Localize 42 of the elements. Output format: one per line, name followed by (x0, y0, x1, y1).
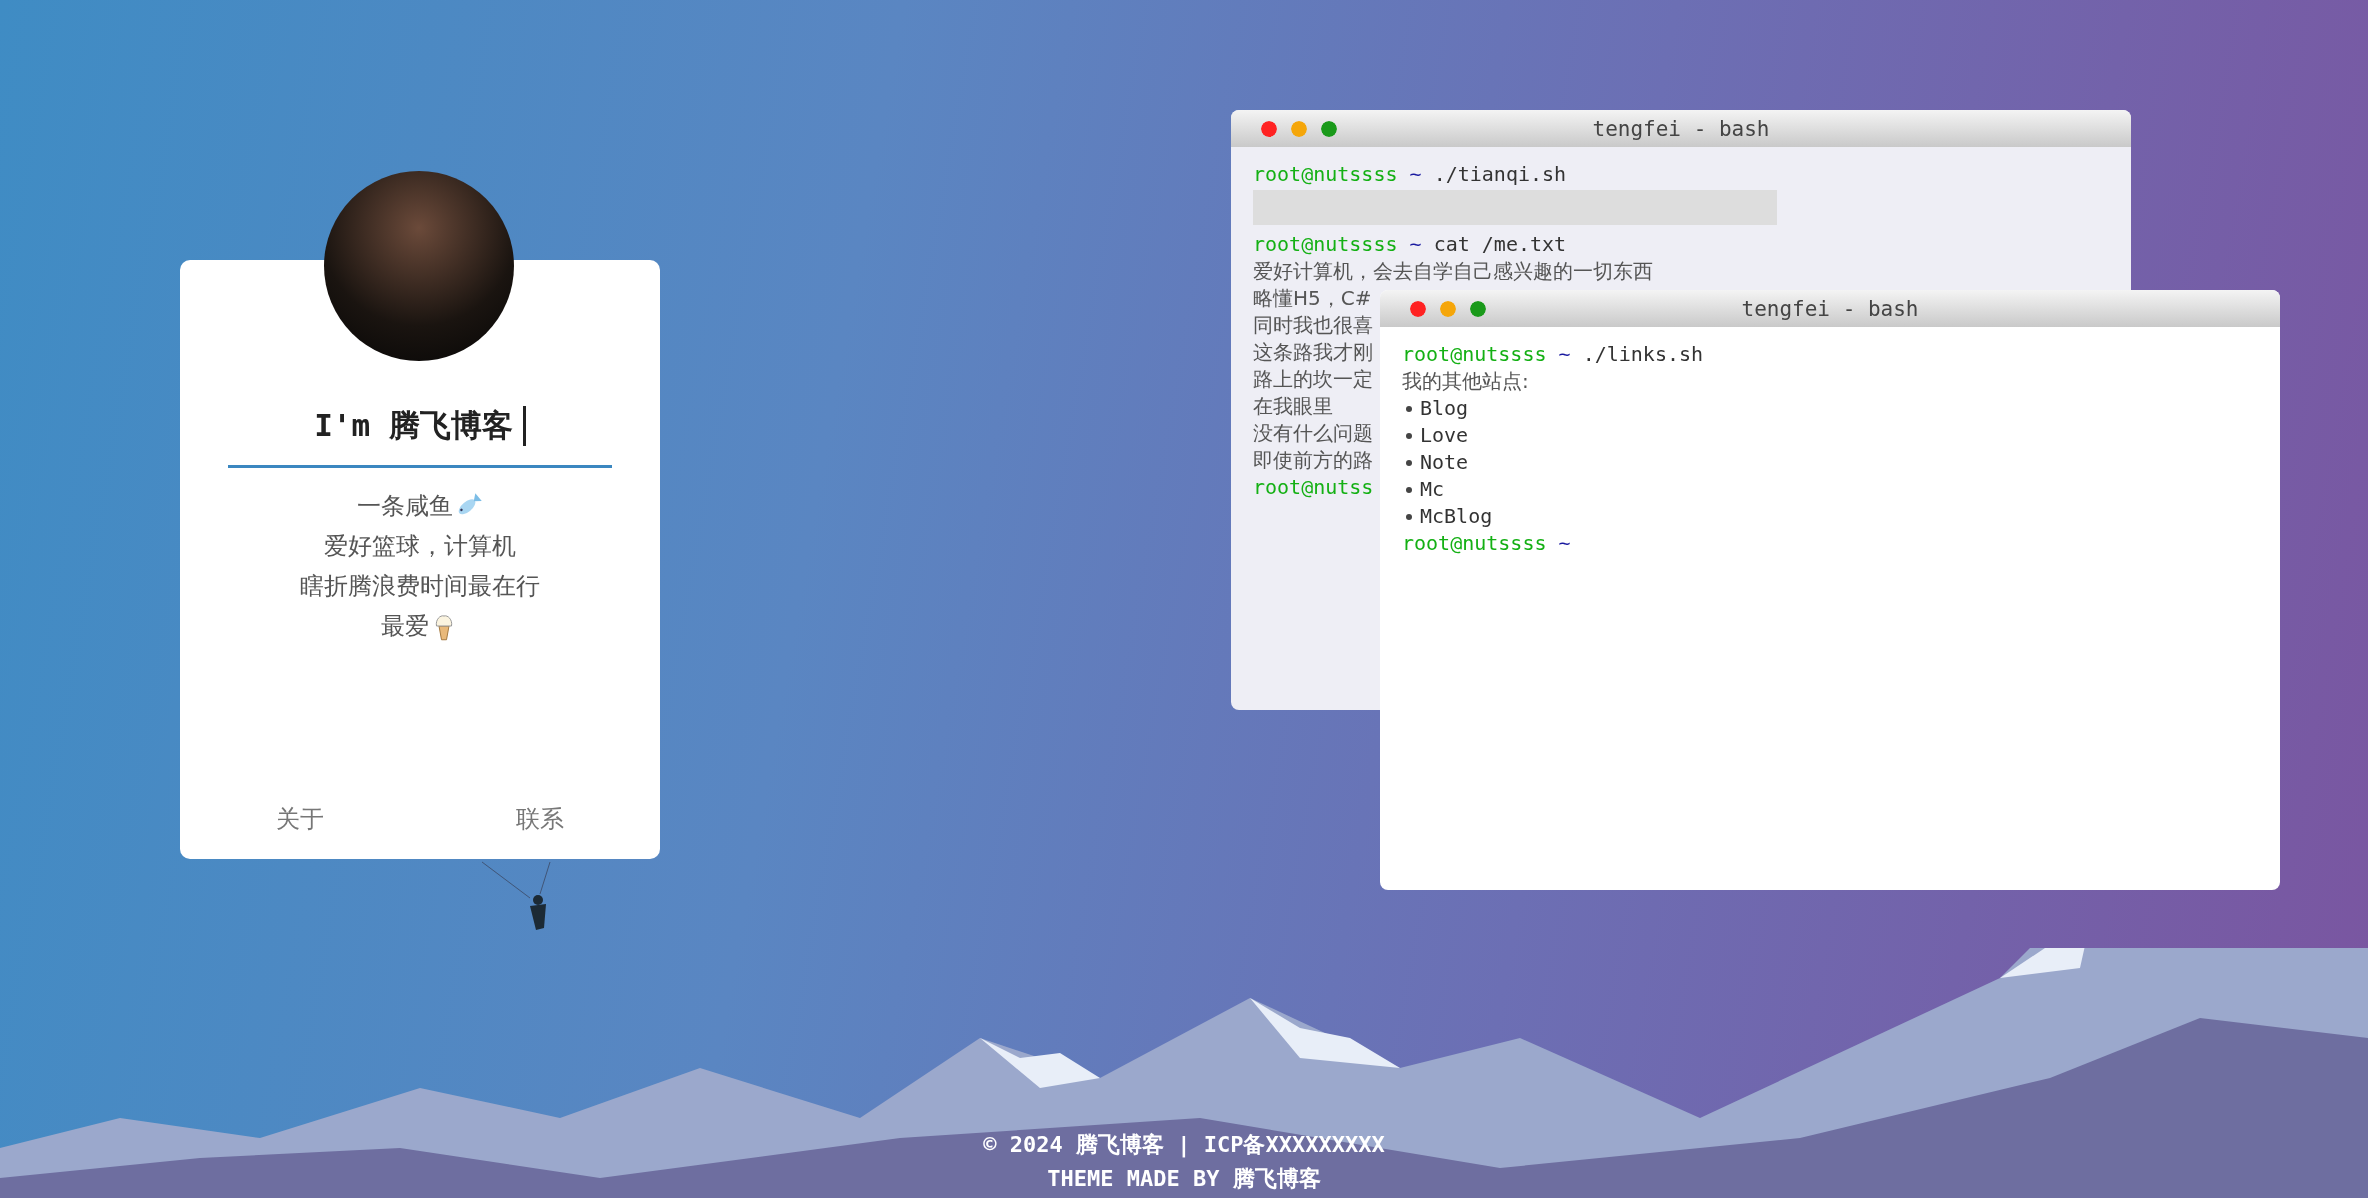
window-control-icon[interactable] (1321, 120, 1337, 137)
window-title: tengfei - bash (1592, 116, 1770, 141)
window-control-icon[interactable] (1440, 300, 1456, 317)
output-line: 在我眼里 (1253, 393, 1333, 420)
site-link[interactable]: Blog (1420, 395, 1469, 422)
window-title: tengfei - bash (1741, 296, 1919, 321)
output-line: 路上的坎一定 (1253, 366, 1373, 393)
window-control-icon[interactable] (1410, 300, 1426, 317)
site-link[interactable]: Mc (1420, 476, 1445, 503)
output-line: 我的其他站点: (1402, 368, 1529, 395)
bullet-icon (1406, 432, 1412, 439)
prompt-line: root@nutssss ~ (1402, 530, 1571, 557)
prompt-line: root@nutssss ~ cat /me.txt (1253, 231, 1567, 258)
bullet-icon (1406, 459, 1412, 466)
text-cursor (522, 406, 526, 446)
window-control-icon[interactable] (1291, 120, 1307, 137)
site-link[interactable]: McBlog (1420, 503, 1493, 530)
bio-line: 爱好篮球，计算机 (324, 531, 516, 561)
output-line: 同时我也很喜 (1253, 312, 1373, 339)
prompt-line: root@nutssss ~ ./tianqi.sh (1253, 161, 1567, 188)
window-control-icon[interactable] (1470, 300, 1486, 317)
footer-text: © 2024 腾飞博客 | ICP备XXXXXXXXX (983, 1131, 1385, 1160)
prompt-line: root@nutss (1253, 474, 1374, 501)
footer-text: THEME MADE BY 腾飞博客 (1047, 1165, 1321, 1193)
site-link[interactable]: Note (1420, 449, 1469, 476)
bullet-icon (1406, 405, 1412, 412)
window-control-icon[interactable] (1261, 120, 1277, 137)
output-line: 即使前方的路 (1253, 447, 1373, 474)
nav-link[interactable]: 联系 (508, 799, 572, 839)
profile-title: I'm 腾飞博客 (314, 406, 513, 445)
nav-link[interactable]: 关于 (268, 799, 332, 839)
bio-line: 瞎折腾浪费时间最在行 (300, 571, 540, 601)
bio-line: 最爱 (381, 611, 429, 641)
output-line: 略懂H5，C# (1253, 285, 1372, 312)
prompt-line: root@nutssss ~ ./links.sh (1402, 341, 1704, 368)
output-line: 这条路我才刚 (1253, 339, 1373, 366)
site-link[interactable]: Love (1420, 422, 1469, 449)
bio-line: 一条咸鱼 (357, 491, 453, 521)
output-line: 爱好计算机，会去自学自己感兴趣的一切东西 (1253, 258, 1653, 285)
bullet-icon (1406, 513, 1412, 520)
output-line: 没有什么问题 (1253, 420, 1373, 447)
bullet-icon (1406, 486, 1412, 493)
